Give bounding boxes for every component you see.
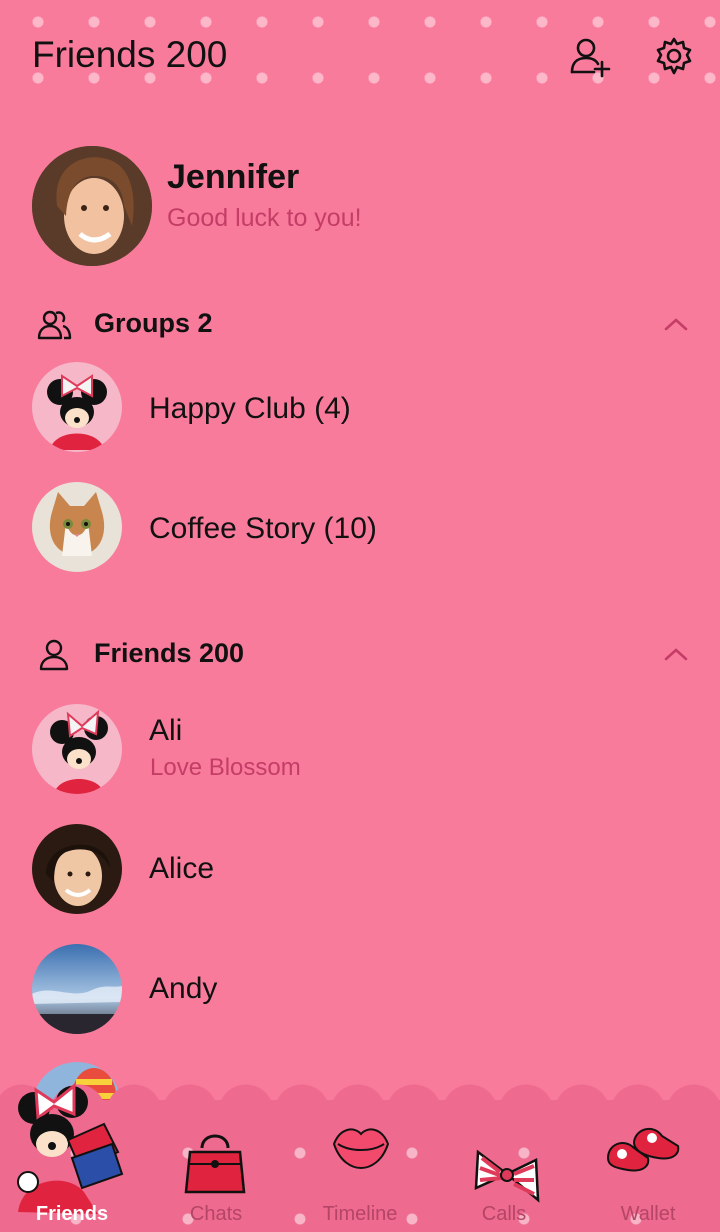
lips-icon	[330, 1122, 392, 1172]
settings-gear-icon[interactable]	[652, 34, 696, 78]
friend-name: Ali	[149, 714, 183, 747]
friend-avatar-alice	[32, 824, 122, 914]
friend-status-message: Love Blossom	[150, 754, 301, 781]
my-profile[interactable]: Jennifer Good luck to you!	[32, 146, 692, 266]
tab-label: Timeline	[322, 1203, 398, 1225]
top-bar: Friends 200	[0, 0, 720, 110]
profile-name: Jennifer	[167, 158, 300, 196]
groups-icon	[36, 306, 72, 342]
shoes-icon	[604, 1118, 684, 1176]
friend-item-andy[interactable]: Andy	[0, 942, 720, 1038]
handbag-icon	[184, 1126, 246, 1196]
group-name: Happy Club (4)	[149, 392, 351, 425]
friend-avatar-minnie	[32, 704, 122, 794]
friends-section-header[interactable]: Friends 200	[0, 630, 720, 680]
tab-label: Calls	[481, 1203, 527, 1225]
tab-label: Wallet	[620, 1203, 676, 1225]
groups-section-label: Groups 2	[94, 308, 213, 338]
page-title: Friends 200	[32, 34, 228, 75]
friend-avatar-andy	[32, 944, 122, 1034]
tab-calls[interactable]: Calls	[432, 1100, 576, 1232]
friend-name: Andy	[149, 972, 218, 1005]
tab-chats[interactable]: Chats	[144, 1100, 288, 1232]
tab-label: Chats	[189, 1203, 243, 1225]
group-item-happy-club[interactable]: Happy Club (4)	[0, 360, 720, 456]
friend-name: Alice	[149, 852, 215, 885]
chevron-up-icon[interactable]	[660, 638, 692, 670]
bow-icon	[472, 1146, 542, 1204]
group-item-coffee-story[interactable]: Coffee Story (10)	[0, 480, 720, 576]
friend-item-alice[interactable]: Alice	[0, 822, 720, 918]
friend-item-ali[interactable]: Ali Love Blossom	[0, 702, 720, 798]
tab-friends[interactable]: Friends	[0, 1082, 144, 1232]
profile-status-message: Good luck to you!	[167, 204, 362, 232]
avatar	[32, 146, 152, 266]
tab-label: Friends	[35, 1203, 109, 1225]
friends-section-label: Friends 200	[94, 638, 245, 668]
friend-person-icon	[36, 636, 72, 672]
add-friend-icon[interactable]	[568, 34, 612, 78]
group-name: Coffee Story (10)	[149, 512, 377, 545]
tab-timeline[interactable]: Timeline	[288, 1100, 432, 1232]
groups-section-header[interactable]: Groups 2	[0, 300, 720, 350]
chevron-up-icon[interactable]	[660, 308, 692, 340]
group-avatar-cat	[32, 482, 122, 572]
tab-wallet[interactable]: Wallet	[576, 1100, 720, 1232]
minnie-icon	[8, 1082, 138, 1214]
group-avatar-minnie	[32, 362, 122, 452]
